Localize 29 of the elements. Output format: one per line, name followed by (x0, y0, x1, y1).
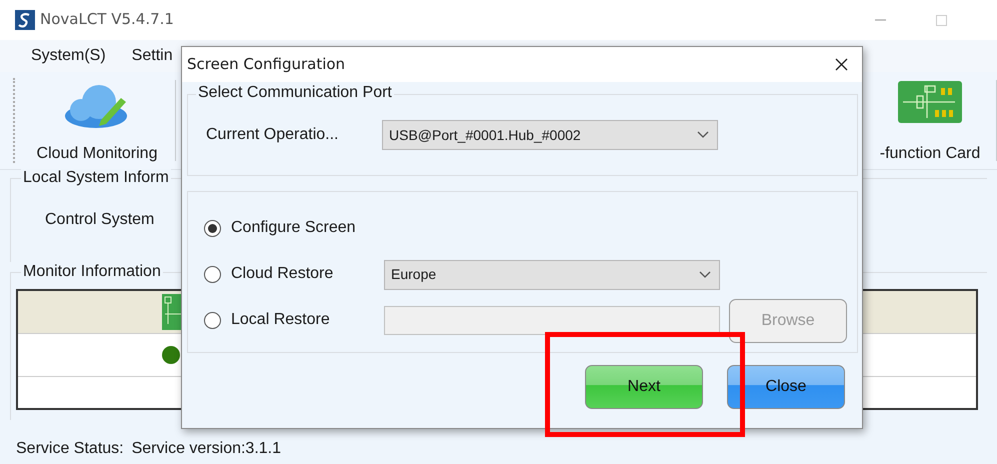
dialog-button[interactable]: Close (727, 365, 845, 409)
circuit-board-icon (897, 80, 963, 124)
chevron-down-icon (697, 131, 709, 139)
status-dot (162, 346, 180, 364)
radio-button[interactable] (204, 312, 221, 329)
port-dropdown[interactable]: USB@Port_#0001.Hub_#0002 (382, 120, 718, 150)
dialog-button[interactable]: Next (585, 365, 703, 409)
radio-label[interactable]: Cloud Restore (231, 265, 384, 284)
group-legend: Local System Inform (21, 169, 171, 188)
field-label: Current Operatio... (206, 126, 340, 144)
menu-item[interactable]: Settin (132, 46, 173, 66)
dialog-title: Screen Configuration (187, 56, 346, 74)
menu-item[interactable]: System(S) (31, 46, 106, 66)
toolbar-button-label[interactable]: -function Card (880, 144, 980, 163)
file-path-field[interactable] (384, 306, 720, 335)
region-dropdown[interactable]: Europe (384, 260, 720, 290)
status-value: Service version:3.1.1 (132, 440, 282, 458)
maximize-icon (936, 14, 947, 26)
window-title: NovaLCT V5.4.7.1 (40, 11, 174, 29)
chevron-down-icon (699, 270, 711, 278)
status-label: Service Status: (16, 440, 124, 458)
info-label: Control System (45, 211, 154, 230)
close-icon[interactable] (835, 58, 848, 71)
radio-label[interactable]: Configure Screen (231, 219, 384, 238)
radio-label[interactable]: Local Restore (231, 311, 384, 330)
radio-button[interactable] (204, 220, 221, 237)
radio-button[interactable] (204, 266, 221, 283)
app-logo-icon (15, 10, 35, 30)
toolbar-button-label[interactable]: Cloud Monitoring (36, 144, 158, 163)
